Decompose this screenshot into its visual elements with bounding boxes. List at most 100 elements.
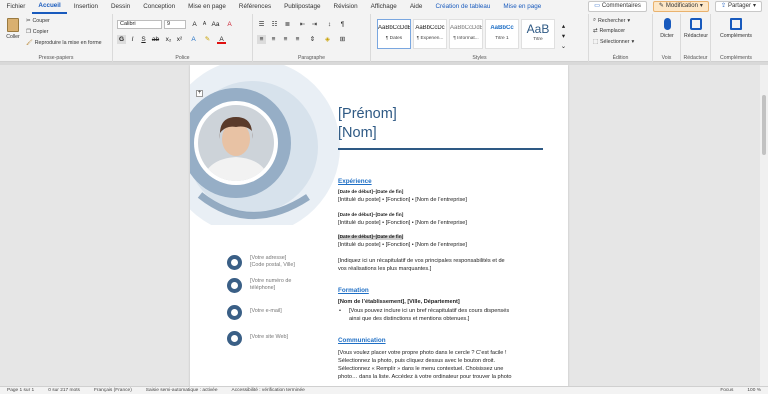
- page-count[interactable]: Page 1 sur 1: [0, 388, 41, 393]
- tab-home[interactable]: Accueil: [31, 0, 68, 14]
- phone-line-2[interactable]: téléphone]: [250, 285, 275, 292]
- accessibility-status[interactable]: Accessibilité : vérification terminée: [225, 388, 312, 393]
- tab-table-layout[interactable]: Mise en page: [497, 0, 548, 14]
- communication-text[interactable]: Sélectionnez « Remplir » dans le menu co…: [338, 366, 503, 372]
- styles-scroll-up-icon[interactable]: ▴: [559, 22, 568, 31]
- replace-button[interactable]: ⇄ Remplacer: [593, 28, 625, 34]
- vertical-scrollbar[interactable]: [760, 65, 768, 386]
- copy-button[interactable]: ❐ Copier: [26, 29, 48, 35]
- address-line-2[interactable]: [Code postal, Ville]: [250, 262, 295, 269]
- move-handle-icon[interactable]: +: [196, 90, 203, 97]
- website-line[interactable]: [Votre site Web]: [250, 334, 288, 341]
- tab-references[interactable]: Références: [232, 0, 277, 14]
- shading-icon[interactable]: ◈: [323, 35, 332, 44]
- scrollbar-thumb[interactable]: [762, 95, 766, 155]
- editing-mode-button[interactable]: ✎ Modification ▾: [652, 1, 709, 12]
- tab-review[interactable]: Révision: [327, 0, 364, 14]
- tab-draw[interactable]: Dessin: [104, 0, 136, 14]
- job-dates-selected[interactable]: [Date de début]–[Date de fin]: [338, 235, 404, 240]
- text-effects-icon[interactable]: A: [189, 35, 198, 44]
- first-name[interactable]: [Prénom]: [338, 106, 397, 122]
- experience-heading[interactable]: Expérience: [338, 178, 372, 185]
- tab-layout[interactable]: Mise en page: [182, 0, 233, 14]
- education-heading[interactable]: Formation: [338, 287, 369, 294]
- job-detail[interactable]: [Intitulé du poste] • [Fonction] • [Nom …: [338, 220, 467, 226]
- font-size-select[interactable]: 9: [164, 20, 186, 29]
- highlight-icon[interactable]: ✎: [203, 35, 212, 44]
- job-dates[interactable]: [Date de début]–[Date de fin]: [338, 213, 403, 218]
- school-line[interactable]: [Nom de l’établissement], [Ville, Départ…: [338, 299, 460, 305]
- underline-icon[interactable]: S: [139, 35, 148, 44]
- decrease-indent-icon[interactable]: ⇤: [298, 20, 307, 29]
- last-name[interactable]: [Nom]: [338, 125, 377, 141]
- address-line-1[interactable]: [Votre adresse]: [250, 255, 286, 262]
- find-button[interactable]: ⌕ Rechercher ▾: [593, 17, 630, 24]
- align-right-icon[interactable]: ≡: [281, 35, 290, 44]
- increase-indent-icon[interactable]: ⇥: [310, 20, 319, 29]
- language[interactable]: Français (France): [87, 388, 139, 393]
- tab-insert[interactable]: Insertion: [67, 0, 104, 14]
- line-spacing-icon[interactable]: ⇕: [308, 35, 317, 44]
- styles-scroll-down-icon[interactable]: ▾: [559, 32, 568, 41]
- format-painter-button[interactable]: 🖌 Reproduire la mise en forme: [26, 40, 102, 46]
- share-button[interactable]: ⇪ Partager ▾: [714, 1, 762, 12]
- font-name-select[interactable]: Calibri: [117, 20, 162, 29]
- align-left-icon[interactable]: ≡: [257, 35, 266, 44]
- styles-more-icon[interactable]: ⌄: [559, 42, 568, 51]
- font-color-icon[interactable]: A: [217, 35, 226, 44]
- communication-text[interactable]: [Vous voulez placer votre propre photo d…: [338, 350, 507, 356]
- style-title[interactable]: AaB Titre: [521, 19, 555, 49]
- communication-text[interactable]: Sélectionnez la photo, puis cliquez dess…: [338, 358, 495, 364]
- style-experience[interactable]: AaBbCcDc ¶ Expérien...: [413, 19, 447, 49]
- select-button[interactable]: ⬚ Sélectionner ▾: [593, 39, 634, 45]
- tab-table-design[interactable]: Création de tableau: [429, 0, 497, 14]
- tab-view[interactable]: Affichage: [364, 0, 403, 14]
- subscript-icon[interactable]: x₂: [164, 35, 173, 44]
- editor-button[interactable]: Rédacteur: [682, 18, 710, 39]
- dictate-button[interactable]: Dicter: [655, 18, 679, 39]
- change-case-icon[interactable]: Aa: [211, 20, 220, 29]
- tab-design[interactable]: Conception: [137, 0, 182, 14]
- numbering-icon[interactable]: ☷: [270, 20, 279, 29]
- job-detail[interactable]: [Intitulé du poste] • [Fonction] • [Nom …: [338, 242, 467, 248]
- autocomplete-status[interactable]: Saisie semi-automatique : activée: [139, 388, 225, 393]
- paste-button[interactable]: Coller: [3, 18, 23, 40]
- addins-button[interactable]: Compléments: [715, 18, 757, 39]
- communication-heading[interactable]: Communication: [338, 337, 386, 344]
- education-detail[interactable]: ainsi que des distinctions et mentions o…: [349, 316, 469, 322]
- bold-icon[interactable]: G: [117, 35, 126, 44]
- bullets-icon[interactable]: ☰: [257, 20, 266, 29]
- comments-button[interactable]: ▭ Commentaires: [588, 1, 647, 12]
- pilcrow-icon[interactable]: ¶: [338, 20, 347, 29]
- job-dates[interactable]: [Date de début]–[Date de fin]: [338, 190, 403, 195]
- borders-icon[interactable]: ⊞: [338, 35, 347, 44]
- phone-line-1[interactable]: [Votre numéro de: [250, 278, 291, 285]
- education-detail[interactable]: [Vous pouvez inclure ici un bref récapit…: [349, 308, 509, 314]
- align-center-icon[interactable]: ≡: [269, 35, 278, 44]
- communication-text[interactable]: photo… dans la liste. Accédez à votre or…: [338, 374, 512, 380]
- profile-photo[interactable]: [196, 103, 276, 183]
- justify-icon[interactable]: ≡: [293, 35, 302, 44]
- summary-line[interactable]: vos réalisations les plus marquantes.]: [338, 266, 431, 272]
- tab-file[interactable]: Fichier: [0, 0, 32, 14]
- tab-help[interactable]: Aide: [403, 0, 429, 14]
- zoom-level[interactable]: 100 %: [740, 388, 768, 393]
- italic-icon[interactable]: I: [128, 35, 137, 44]
- style-information[interactable]: AaBbCcDdE ¶ Informat...: [449, 19, 483, 49]
- multilevel-list-icon[interactable]: ≣: [283, 20, 292, 29]
- summary-line[interactable]: [Indiquez ici un récapitulatif de vos pr…: [338, 258, 505, 264]
- email-line[interactable]: [Votre e-mail]: [250, 308, 282, 315]
- job-detail[interactable]: [Intitulé du poste] • [Fonction] • [Nom …: [338, 197, 467, 203]
- style-heading1[interactable]: AaBbCc Titre 1: [485, 19, 519, 49]
- style-dates[interactable]: AaBbCcDdE ¶ Dates: [377, 19, 411, 49]
- sort-icon[interactable]: ↕: [325, 20, 334, 29]
- shrink-font-icon[interactable]: A: [200, 20, 209, 29]
- focus-button[interactable]: Focus: [713, 388, 740, 393]
- clear-format-icon[interactable]: A: [225, 20, 234, 29]
- superscript-icon[interactable]: x²: [175, 35, 184, 44]
- word-count[interactable]: 0 sur 217 mots: [41, 388, 87, 393]
- tab-mailings[interactable]: Publipostage: [278, 0, 327, 14]
- strikethrough-icon[interactable]: ab: [151, 35, 160, 44]
- cut-button[interactable]: ✂ Couper: [26, 18, 50, 24]
- grow-font-icon[interactable]: A: [190, 20, 199, 29]
